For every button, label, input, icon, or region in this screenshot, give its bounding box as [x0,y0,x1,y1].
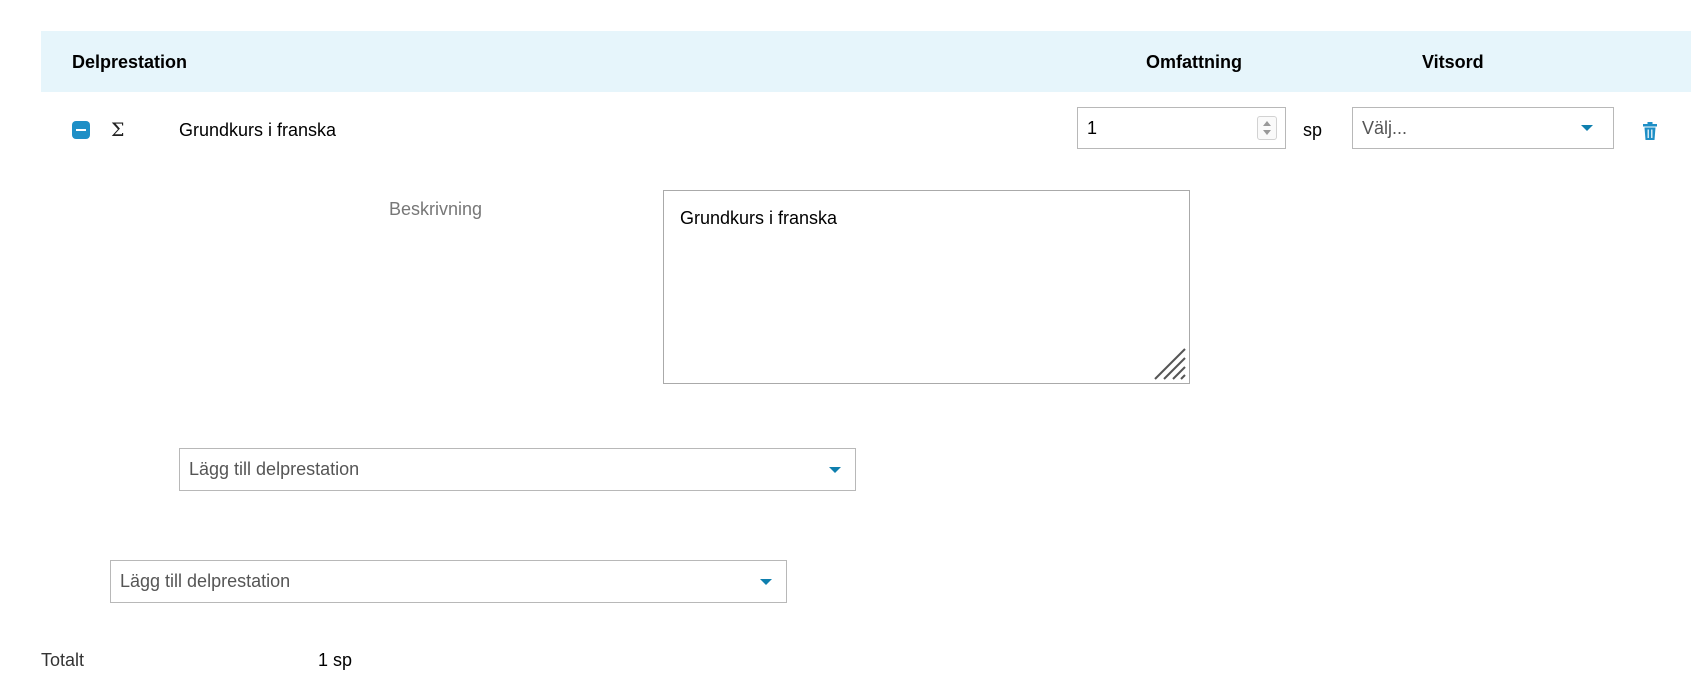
description-textarea[interactable]: Grundkurs i franska [663,190,1190,384]
header-vitsord: Vitsord [1422,52,1484,72]
add-sub-placeholder: Lägg till delprestation [189,459,360,479]
vitsord-select[interactable]: Välj... [1352,107,1614,149]
header-delprestation: Delprestation [72,52,188,72]
chevron-down-icon [829,467,841,473]
add-placeholder: Lägg till delprestation [120,571,291,591]
add-sub-delprestation-select[interactable]: Lägg till delprestation [179,448,856,491]
total-label: Totalt [41,650,85,670]
omfattning-value: 1 [1087,118,1098,138]
description-text: Grundkurs i franska [680,208,838,228]
total-value: 1 sp [318,650,353,670]
page: Delprestation Omfattning Vitsord Σ Grund… [0,0,1691,699]
description-label: Beskrivning [389,199,483,219]
omfattning-input[interactable]: 1 [1077,107,1286,149]
vitsord-placeholder: Välj... [1362,118,1408,138]
resize-handle-icon[interactable] [1151,345,1187,381]
sigma-icon: Σ [111,119,125,141]
add-delprestation-select[interactable]: Lägg till delprestation [110,560,787,603]
unit-label: sp [1303,120,1323,140]
chevron-down-icon [760,579,772,585]
collapse-toggle-icon[interactable] [72,121,90,139]
row-name: Grundkurs i franska [179,120,337,140]
spinner-icon[interactable] [1257,116,1277,140]
chevron-down-icon [1581,125,1593,131]
trash-icon[interactable] [1641,121,1659,141]
header-omfattning: Omfattning [1146,52,1242,72]
